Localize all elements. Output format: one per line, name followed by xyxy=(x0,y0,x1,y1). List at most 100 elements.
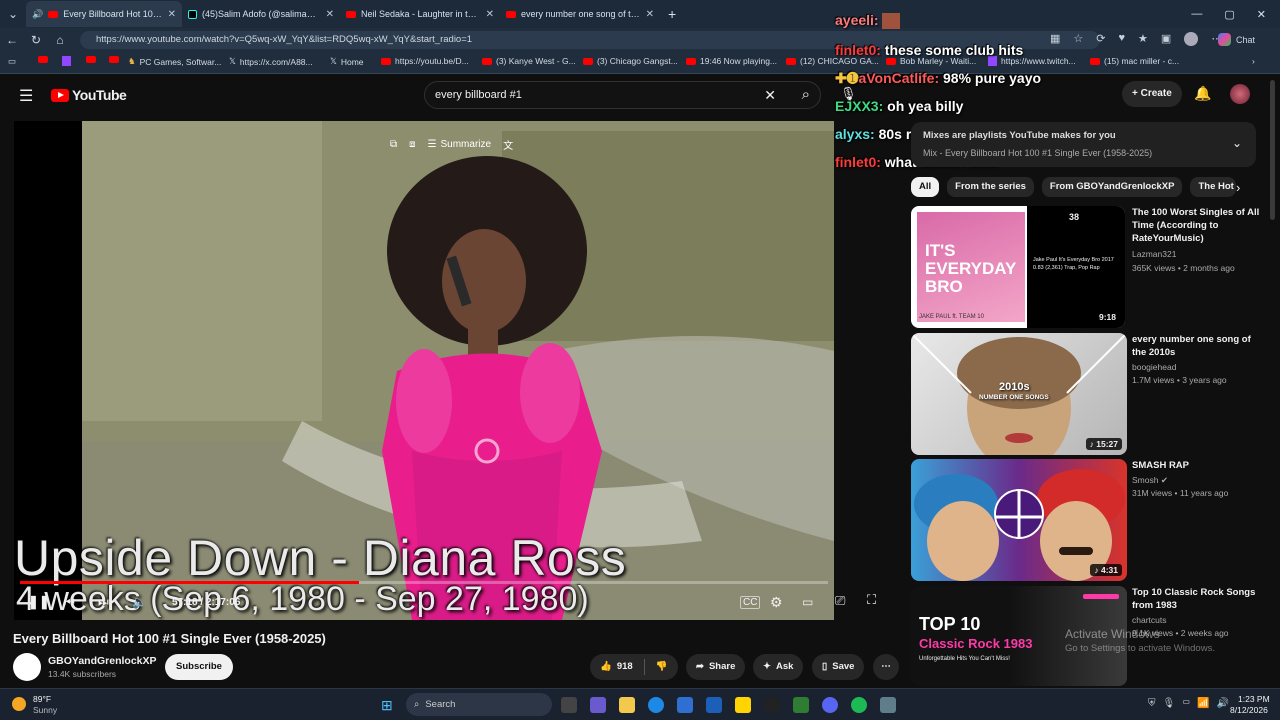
save-button[interactable]: ▯ Save xyxy=(812,654,865,680)
chevron-right-icon[interactable]: › xyxy=(1236,180,1240,195)
fullscreen-icon[interactable]: ⛶ xyxy=(867,592,876,608)
cast-icon[interactable]: ⎚ xyxy=(835,593,845,609)
bookmark-item[interactable]: 𝕏https://x.com/A88... xyxy=(229,56,313,67)
new-tab-plus-icon[interactable]: + xyxy=(660,6,684,22)
chip-from-channel[interactable]: From GBOYandGrenlockXP xyxy=(1041,177,1183,197)
xbox-icon[interactable] xyxy=(793,697,809,713)
bookmark-item[interactable]: 19:46 Now playing... xyxy=(686,56,777,66)
volume-icon[interactable]: 🔈 xyxy=(132,595,147,609)
search-icon[interactable]: ⌕ xyxy=(802,82,810,108)
channel-name[interactable]: GBOYandGrenlockXP xyxy=(48,655,157,667)
chip-all[interactable]: All xyxy=(911,177,940,197)
hamburger-menu-icon[interactable]: ☰ xyxy=(19,86,33,106)
app-icon[interactable] xyxy=(735,697,751,713)
thumb-text: 2010s xyxy=(999,381,1030,393)
bookmarks-menu-icon[interactable]: ▭ xyxy=(8,56,16,67)
taskbar-search[interactable]: ⌕ Search xyxy=(406,693,552,716)
thumb-pink-bar xyxy=(1083,594,1119,599)
progress-bar[interactable] xyxy=(20,581,828,584)
video-title[interactable]: Top 10 Classic Rock Songs from 1983 xyxy=(1132,586,1260,612)
bookmark-item[interactable]: https://youtu.be/D... xyxy=(381,56,469,66)
settings-app-icon[interactable] xyxy=(880,697,896,713)
close-tab-icon[interactable]: ✕ xyxy=(168,9,176,20)
like-button[interactable]: 👍 918 xyxy=(600,654,633,680)
bookmark-item[interactable]: (3) Chicago Gangst... xyxy=(583,56,678,66)
file-explorer-icon[interactable] xyxy=(619,697,635,713)
video-thumbnail[interactable]: IT'S EVERYDAY BRO 38 Jake Paul It's Ever… xyxy=(911,206,1125,328)
spotify-icon[interactable] xyxy=(851,697,867,713)
settings-gear-icon[interactable]: ⚙ xyxy=(770,594,783,611)
youtube-logo[interactable]: YouTube xyxy=(51,87,127,103)
task-view-icon[interactable] xyxy=(561,697,577,713)
recommended-video[interactable]: ♪ 4:31 SMASH RAP Smosh ✔ 31M views • 11 … xyxy=(911,459,1266,581)
close-tab-icon[interactable]: ✕ xyxy=(326,9,334,20)
bookmark-label: (3) Kanye West - G... xyxy=(496,56,576,66)
video-title[interactable]: SMASH RAP xyxy=(1132,459,1260,472)
page-scrollbar[interactable] xyxy=(1270,80,1275,220)
thumb-side-text: Jake Paul It's Everyday Bro 2017 0.83 (2… xyxy=(1033,257,1114,271)
summarize-button[interactable]: ☰ Summarize xyxy=(428,139,492,150)
recommended-video[interactable]: 2010s NUMBER ONE SONGS ♪ 15:27 every num… xyxy=(911,333,1266,455)
store-icon[interactable] xyxy=(677,697,693,713)
bookmark-twitch[interactable] xyxy=(62,56,71,66)
picture-in-picture-icon[interactable]: ⧈ xyxy=(409,139,415,150)
theater-mode-icon[interactable]: ▭ xyxy=(802,595,813,609)
miniplayer-icon[interactable]: ⧉ xyxy=(390,139,397,150)
video-player[interactable]: ⧉ ⧈ ☰ Summarize 文 Upside Down - Diana Ro… xyxy=(14,121,834,620)
discord-icon[interactable] xyxy=(822,697,838,713)
close-tab-icon[interactable]: ✕ xyxy=(646,9,654,20)
tab-2010s[interactable]: every number one song of the 2010s ✕ xyxy=(500,1,660,27)
recommended-video[interactable]: IT'S EVERYDAY BRO 38 Jake Paul It's Ever… xyxy=(911,206,1266,328)
bookmark-youtube[interactable] xyxy=(109,56,119,63)
mix-playlist-header[interactable]: Mixes are playlists YouTube makes for yo… xyxy=(911,122,1256,167)
more-actions-button[interactable]: ⋯ xyxy=(873,654,899,680)
subscribe-button[interactable]: Subscribe xyxy=(165,654,233,680)
close-tab-icon[interactable]: ✕ xyxy=(486,9,494,20)
bookmark-item[interactable]: 𝕏 Home xyxy=(330,56,364,67)
ask-button[interactable]: ✦ Ask xyxy=(753,654,804,680)
copilot-app-icon[interactable] xyxy=(590,697,606,713)
tab-tiktok[interactable]: (45)Salim Adofo (@salimadofo)'s video ✕ xyxy=(182,1,340,27)
refresh-icon[interactable]: ↻ xyxy=(24,33,48,47)
channel-name[interactable]: Smosh ✔ xyxy=(1132,475,1168,486)
tab-list-chevron-icon[interactable]: ⌄ xyxy=(0,7,26,21)
thumb-subtext: Classic Rock 1983 xyxy=(919,636,1033,651)
outlook-icon[interactable] xyxy=(706,697,722,713)
next-icon[interactable]: ⏭ xyxy=(98,595,109,610)
tab-billboard[interactable]: 🔊 Every Billboard Hot 100 #1 Single Ever… xyxy=(26,1,182,27)
channel-name[interactable]: boogiehead xyxy=(1132,362,1176,372)
weather-sun-icon[interactable] xyxy=(12,697,26,711)
tab-neil-sedaka[interactable]: Neil Sedaka - Laughter in the Rain ✕ xyxy=(340,1,500,27)
chip-hot-100[interactable]: The Hot 100 xyxy=(1190,177,1237,197)
previous-icon[interactable]: ⏮ xyxy=(64,595,75,610)
bookmark-youtube[interactable] xyxy=(38,56,48,63)
clear-search-icon[interactable]: ✕ xyxy=(764,82,776,108)
video-title[interactable]: The 100 Worst Singles of All Time (Accor… xyxy=(1132,206,1260,245)
home-icon[interactable]: ⌂ xyxy=(48,33,72,47)
video-thumbnail[interactable]: ♪ 4:31 xyxy=(911,459,1127,581)
pause-icon[interactable]: ❚❚ xyxy=(28,594,50,610)
share-button[interactable]: ➦ Share xyxy=(686,654,746,680)
video-title[interactable]: every number one song of the 2010s xyxy=(1132,333,1260,359)
edge-browser-icon[interactable] xyxy=(648,697,664,713)
tray-icons[interactable]: ⛨🎙▭📶🔊 xyxy=(1148,698,1236,709)
x-logo-icon: 𝕏 xyxy=(330,56,337,66)
chevron-down-icon[interactable]: ⌄ xyxy=(1232,136,1242,150)
captions-icon[interactable]: CC xyxy=(740,595,761,609)
chip-from-series[interactable]: From the series xyxy=(947,177,1034,197)
bookmark-youtube[interactable] xyxy=(86,56,96,63)
translate-icon[interactable]: 文 xyxy=(503,137,513,152)
channel-name[interactable]: chartcuts xyxy=(1132,615,1167,625)
video-meta: 365K views • 2 months ago xyxy=(1132,263,1235,273)
channel-avatar[interactable] xyxy=(13,653,41,681)
thumbs-down-icon[interactable]: 👎 xyxy=(656,654,668,680)
video-thumbnail[interactable]: 2010s NUMBER ONE SONGS ♪ 15:27 xyxy=(911,333,1127,455)
windows-start-icon[interactable]: ⊞ xyxy=(381,697,393,714)
bookmark-item[interactable]: (3) Kanye West - G... xyxy=(482,56,576,66)
back-icon[interactable]: ← xyxy=(0,33,24,47)
search-input[interactable]: every billboard #1 ✕ ⌕ xyxy=(424,81,821,109)
bookmark-item[interactable]: ♞ PC Games, Softwar... xyxy=(128,56,221,67)
channel-name[interactable]: Lazman321 xyxy=(1132,249,1176,259)
obs-icon[interactable] xyxy=(764,697,780,713)
youtube-icon xyxy=(346,10,356,18)
